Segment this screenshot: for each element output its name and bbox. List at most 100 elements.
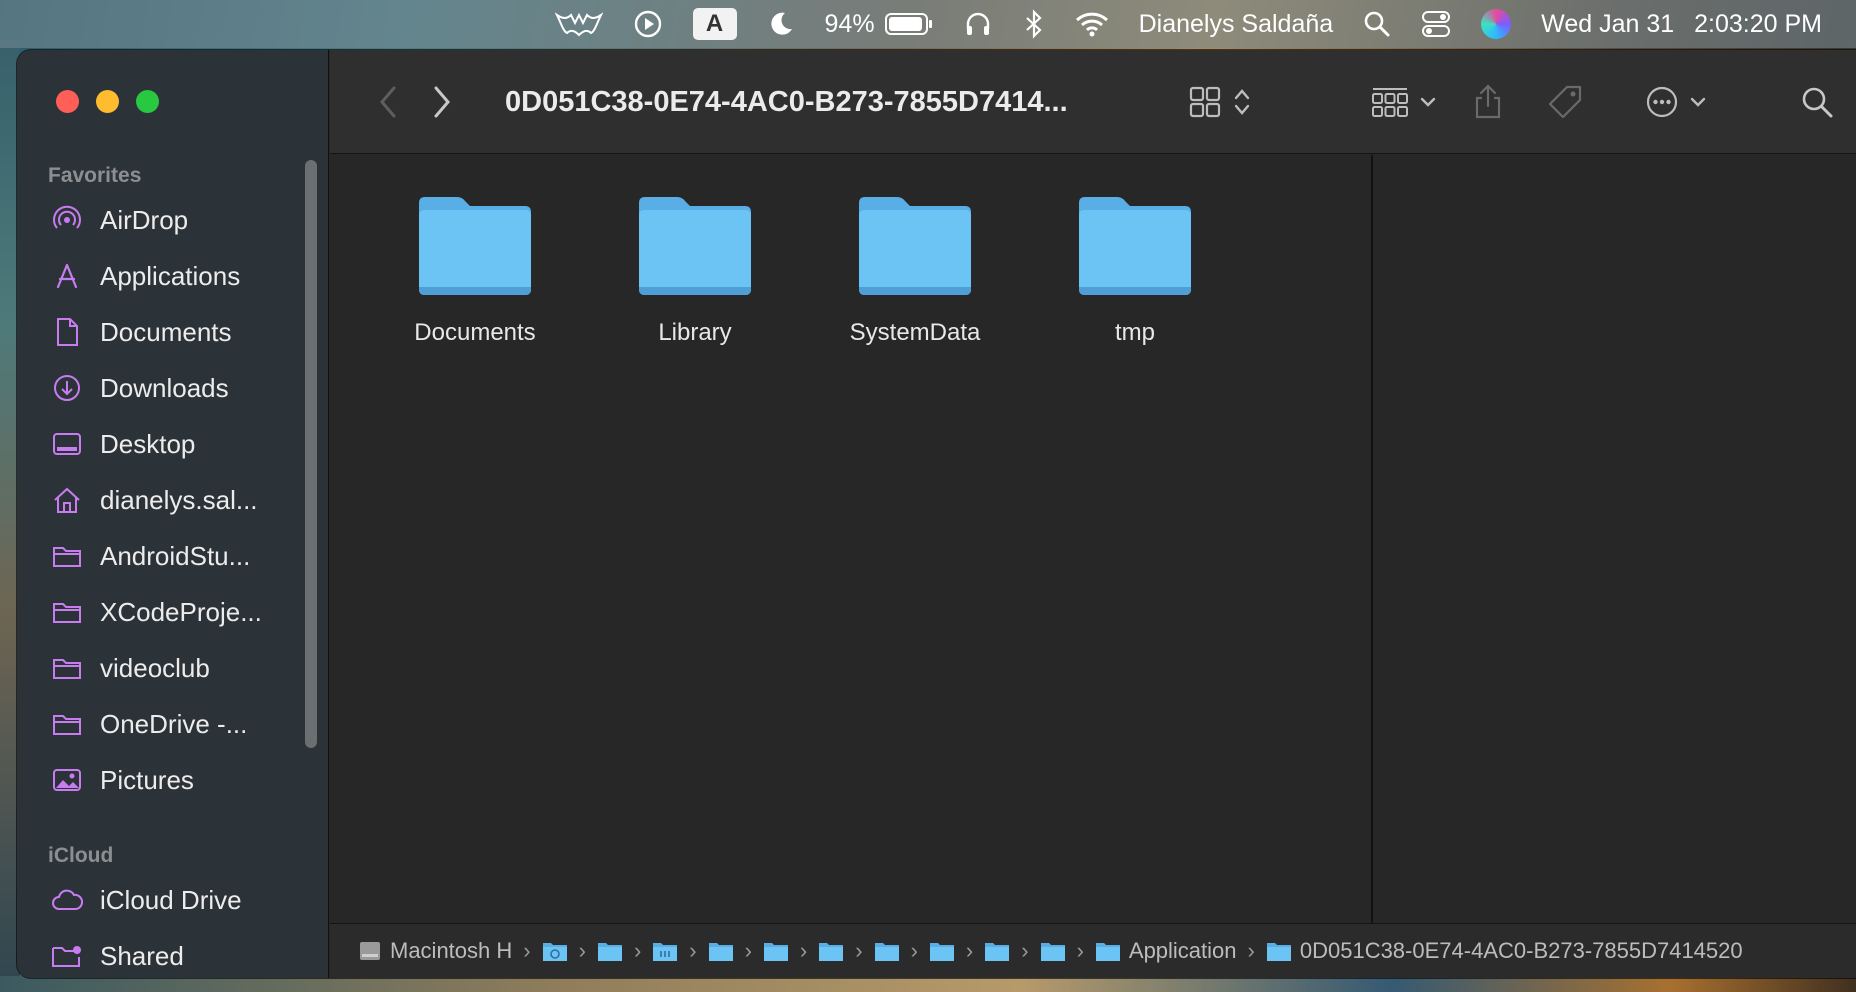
sidebar-item-icloud-drive[interactable]: iCloud Drive bbox=[17, 872, 307, 928]
home-icon bbox=[51, 484, 83, 516]
play-circle-icon[interactable] bbox=[633, 0, 663, 48]
search-icon bbox=[1802, 87, 1833, 118]
finder-window: Favorites AirDrop Applications Documents… bbox=[17, 50, 1856, 978]
moon-icon[interactable] bbox=[767, 0, 795, 48]
group-button[interactable] bbox=[1364, 50, 1444, 154]
path-item-macintosh-hd[interactable]: Macintosh H bbox=[358, 938, 512, 964]
path-item-folder[interactable] bbox=[1040, 940, 1066, 962]
sidebar-item-home[interactable]: dianelys.sal... bbox=[17, 472, 307, 528]
window-title: 0D051C38-0E74-4AC0-B273-7855D7414... bbox=[505, 85, 1068, 118]
bat-app-icon[interactable] bbox=[554, 0, 603, 48]
folder-icon bbox=[51, 708, 83, 740]
path-separator: › bbox=[744, 938, 752, 963]
path-item-folder[interactable] bbox=[818, 940, 844, 962]
path-item-folder[interactable] bbox=[984, 940, 1010, 962]
sidebar-item-onedrive[interactable]: OneDrive -... bbox=[17, 696, 307, 752]
folder-item[interactable]: Documents bbox=[375, 195, 575, 347]
sidebar-item-label: Documents bbox=[100, 316, 232, 347]
path-item-folder[interactable] bbox=[929, 940, 955, 962]
folder-icon bbox=[819, 943, 844, 961]
folder-icon bbox=[929, 943, 954, 961]
user-menu[interactable]: Dianelys Saldaña bbox=[1139, 0, 1334, 48]
control-center-icon[interactable] bbox=[1421, 0, 1451, 48]
input-source-indicator[interactable]: A bbox=[692, 0, 737, 48]
sidebar-item-label: Pictures bbox=[100, 764, 194, 795]
icloud-list: iCloud Drive Shared bbox=[17, 872, 307, 978]
sidebar-item-label: iCloud Drive bbox=[100, 884, 242, 915]
sidebar-item-downloads[interactable]: Downloads bbox=[17, 360, 307, 416]
sidebar-item-label: Shared bbox=[100, 940, 184, 971]
siri-icon[interactable] bbox=[1481, 0, 1512, 48]
path-item-folder[interactable] bbox=[708, 940, 734, 962]
maximize-button[interactable] bbox=[136, 90, 159, 113]
close-button[interactable] bbox=[56, 90, 79, 113]
icloud-header: iCloud bbox=[48, 844, 114, 867]
spotlight-search-icon[interactable] bbox=[1363, 0, 1391, 48]
chevron-right-icon bbox=[434, 86, 450, 118]
path-item-folder[interactable] bbox=[874, 940, 900, 962]
sidebar-item-pictures[interactable]: Pictures bbox=[17, 752, 307, 808]
path-bar: Macintosh H › › › › › › › › › › › Applic… bbox=[330, 923, 1856, 978]
input-source-label: A bbox=[692, 8, 737, 40]
path-item-library-folder[interactable] bbox=[652, 940, 678, 962]
share-button[interactable] bbox=[1463, 50, 1513, 154]
sidebar: Favorites AirDrop Applications Documents… bbox=[17, 50, 329, 978]
sidebar-item-applications[interactable]: Applications bbox=[17, 248, 307, 304]
folder-icon bbox=[639, 197, 751, 295]
library-folder-icon bbox=[653, 943, 678, 961]
wifi-icon[interactable] bbox=[1075, 0, 1109, 48]
view-mode-button[interactable] bbox=[1185, 50, 1255, 154]
folder-icon bbox=[1079, 197, 1191, 295]
path-separator: › bbox=[1021, 938, 1029, 963]
sidebar-item-videoclub[interactable]: videoclub bbox=[17, 640, 307, 696]
path-item-user-folder[interactable] bbox=[542, 940, 568, 962]
pictures-icon bbox=[51, 764, 83, 796]
sidebar-item-documents[interactable]: Documents bbox=[17, 304, 307, 360]
folder-item[interactable]: SystemData bbox=[815, 195, 1015, 347]
chevron-updown-icon bbox=[1234, 89, 1250, 115]
folder-icon bbox=[419, 197, 531, 295]
desktop-wallpaper-bottom bbox=[0, 976, 1856, 992]
sidebar-item-desktop[interactable]: Desktop bbox=[17, 416, 307, 472]
more-actions-button[interactable] bbox=[1636, 50, 1716, 154]
back-button[interactable] bbox=[368, 50, 408, 154]
path-separator: › bbox=[799, 938, 808, 963]
folder-icon bbox=[51, 596, 83, 628]
path-item-current[interactable]: 0D051C38-0E74-4AC0-B273-7855D7414520 bbox=[1266, 938, 1743, 964]
folder-item[interactable]: Library bbox=[595, 195, 795, 347]
share-icon bbox=[1475, 84, 1501, 119]
headphones-icon[interactable] bbox=[963, 0, 993, 48]
folder-name: Documents bbox=[414, 319, 536, 346]
path-separator: › bbox=[689, 938, 697, 963]
sidebar-item-label: AndroidStu... bbox=[100, 540, 251, 571]
path-item-folder[interactable] bbox=[597, 940, 623, 962]
folder-icon bbox=[51, 652, 83, 684]
sidebar-item-shared[interactable]: Shared bbox=[17, 928, 307, 978]
sidebar-item-airdrop[interactable]: AirDrop bbox=[17, 192, 307, 248]
search-button[interactable] bbox=[1792, 50, 1842, 154]
folder-icon bbox=[1040, 943, 1065, 961]
folder-item[interactable]: tmp bbox=[1035, 195, 1235, 347]
path-item-application[interactable]: Application bbox=[1095, 938, 1237, 964]
clock[interactable]: Wed Jan 31 2:03:20 PM bbox=[1541, 0, 1822, 48]
path-separator: › bbox=[1247, 938, 1255, 963]
sidebar-item-androidstudio[interactable]: AndroidStu... bbox=[17, 528, 307, 584]
sidebar-scrollbar[interactable] bbox=[305, 160, 317, 748]
tag-button[interactable] bbox=[1540, 50, 1590, 154]
folder-icon bbox=[985, 943, 1010, 961]
battery-status[interactable]: 94% bbox=[825, 0, 933, 48]
folder-name: Library bbox=[658, 319, 732, 346]
shared-folder-icon bbox=[51, 940, 83, 972]
menu-bar: A 94% Dianelys Saldaña Wed Jan 31 2:03:2… bbox=[0, 0, 1856, 48]
bluetooth-icon[interactable] bbox=[1023, 0, 1045, 48]
folder-icon bbox=[1095, 943, 1120, 961]
path-label: Application bbox=[1128, 938, 1237, 963]
sidebar-item-label: XCodeProje... bbox=[100, 596, 262, 627]
sidebar-item-xcodeprojects[interactable]: XCodeProje... bbox=[17, 584, 307, 640]
minimize-button[interactable] bbox=[96, 90, 119, 113]
path-item-folder[interactable] bbox=[763, 940, 789, 962]
tag-icon bbox=[1548, 85, 1582, 119]
sidebar-item-label: Desktop bbox=[100, 428, 196, 459]
path-separator: › bbox=[523, 938, 531, 963]
forward-button[interactable] bbox=[422, 50, 462, 154]
